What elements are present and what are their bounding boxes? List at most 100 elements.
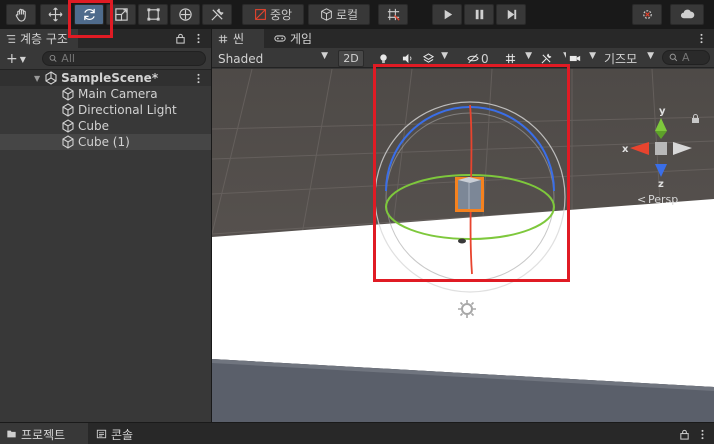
camera-dropdown[interactable]: ▼	[566, 50, 600, 67]
list-item-label: Cube	[78, 119, 109, 133]
tab-hierarchy[interactable]: 계층 구조	[0, 29, 78, 48]
persp-label[interactable]: Persp	[648, 193, 678, 206]
camera-icon	[569, 55, 581, 62]
scene-canvas[interactable]: y x z < Persp	[212, 69, 714, 422]
rect-tool-button[interactable]	[138, 4, 168, 25]
pivot-toggle[interactable]: 중앙	[242, 4, 304, 25]
axis-x-label: x	[622, 144, 629, 155]
cloud-icon	[680, 9, 694, 19]
scene-search-field[interactable]	[662, 50, 710, 65]
move-icon	[48, 7, 62, 22]
lock-icon[interactable]	[175, 33, 186, 44]
list-item-label: Directional Light	[78, 103, 177, 117]
search-icon	[49, 54, 57, 62]
local-cube-icon	[321, 8, 332, 21]
shading-mode-dropdown[interactable]: Shaded ▼	[214, 50, 332, 67]
gizmos-dropdown[interactable]: 기즈모 ▼	[600, 50, 658, 67]
scale-tool-button[interactable]	[106, 4, 136, 25]
move-tool-button[interactable]	[40, 4, 70, 25]
tab-scene[interactable]: 씬	[212, 29, 264, 48]
hierarchy-search-input[interactable]	[61, 52, 205, 65]
audio-toggle[interactable]	[396, 50, 418, 67]
list-item-label: Cube (1)	[78, 135, 130, 149]
gameobject-cube-icon	[62, 135, 74, 149]
tab-project-label: 프로젝트	[21, 427, 66, 442]
effects-dropdown[interactable]: ▼	[420, 50, 452, 67]
more-options-icon[interactable]	[696, 33, 707, 44]
pause-button[interactable]	[464, 4, 494, 25]
scene-visibility-toggle[interactable]: 0	[464, 50, 500, 67]
shadow-mark	[458, 238, 466, 244]
2d-mode-toggle[interactable]: 2D	[338, 50, 364, 67]
unity-scene-icon	[45, 71, 57, 85]
hand-icon	[15, 8, 26, 22]
tab-hierarchy-label: 계층 구조	[20, 32, 68, 46]
chevron-down-icon: ▼	[19, 54, 26, 64]
hierarchy-search-field[interactable]	[42, 51, 206, 66]
list-item[interactable]: Cube (1)	[0, 134, 211, 150]
search-icon	[669, 53, 678, 62]
hierarchy-tree: ▼ SampleScene* Main Camera Directional L…	[0, 70, 211, 150]
chevron-down-icon: ▼	[525, 51, 532, 61]
play-button[interactable]	[432, 4, 462, 25]
gizmos-label: 기즈모	[604, 52, 638, 66]
hierarchy-tab-strip: 계층 구조	[0, 29, 211, 48]
grid-icon	[218, 34, 228, 43]
local-toggle[interactable]: 로컬	[308, 4, 370, 25]
chevron-down-icon: ▼	[321, 51, 328, 61]
list-item[interactable]: Main Camera	[0, 86, 211, 102]
lightbulb-icon	[379, 54, 387, 64]
hand-tool-button[interactable]	[6, 4, 36, 25]
grid-dropdown[interactable]: ▼	[502, 50, 536, 67]
gameobject-cube-icon	[62, 87, 74, 101]
scene-viewport[interactable]: y x z < Persp	[212, 69, 714, 422]
step-button[interactable]	[496, 4, 526, 25]
shading-mode-value: Shaded	[218, 51, 264, 66]
tools-icon	[541, 53, 552, 64]
grid-icon	[505, 53, 516, 64]
pivot-label: 중앙	[269, 8, 293, 22]
tools-icon	[210, 8, 224, 21]
more-options-icon[interactable]	[697, 429, 708, 440]
cloud-button[interactable]	[670, 4, 704, 25]
local-label: 로컬	[335, 8, 359, 22]
plus-icon: +	[6, 51, 18, 67]
main-toolbar: 중앙 로컬	[0, 0, 714, 28]
tab-game[interactable]: 게임	[268, 29, 320, 48]
gamepad-icon	[274, 35, 286, 42]
chevron-down-icon[interactable]: ▼	[34, 74, 40, 83]
collab-icon	[642, 10, 652, 19]
list-item[interactable]: Cube	[0, 118, 211, 134]
custom-tools-button[interactable]	[202, 4, 232, 25]
scene-search-input[interactable]	[682, 51, 709, 64]
add-object-button[interactable]: + ▼	[6, 51, 26, 67]
rotate-tool-button[interactable]	[74, 4, 104, 25]
gameobject-cube-icon	[62, 103, 74, 117]
grid-snap-button[interactable]	[378, 4, 408, 25]
lighting-toggle[interactable]	[372, 50, 394, 67]
persp-arrow-icon[interactable]: <	[637, 193, 646, 206]
list-item[interactable]: Directional Light	[0, 102, 211, 118]
play-icon	[444, 9, 452, 20]
transform-tool-button[interactable]	[170, 4, 200, 25]
tab-project[interactable]: 프로젝트	[0, 423, 88, 444]
hidden-count: 0	[481, 51, 489, 66]
rect-icon	[146, 8, 160, 21]
collab-button[interactable]	[632, 4, 662, 25]
pivot-icon	[255, 9, 266, 20]
more-options-icon[interactable]	[193, 73, 204, 84]
step-icon	[507, 9, 516, 20]
chevron-down-icon: ▼	[441, 51, 448, 61]
list-icon	[6, 34, 16, 43]
eye-hidden-icon	[467, 53, 479, 64]
tab-console[interactable]: 콘솔	[96, 423, 156, 444]
pause-icon	[475, 9, 483, 20]
folder-icon	[7, 430, 16, 438]
axis-center-cube[interactable]	[655, 142, 667, 155]
lock-icon[interactable]	[679, 429, 690, 440]
layers-icon	[423, 53, 434, 63]
hierarchy-panel: 계층 구조 + ▼ ▼ SampleScene* Main Camera Dir…	[0, 29, 211, 422]
hierarchy-toolbar: + ▼	[0, 48, 211, 70]
scene-root-item[interactable]: ▼ SampleScene*	[0, 70, 211, 86]
more-options-icon[interactable]	[193, 33, 204, 44]
